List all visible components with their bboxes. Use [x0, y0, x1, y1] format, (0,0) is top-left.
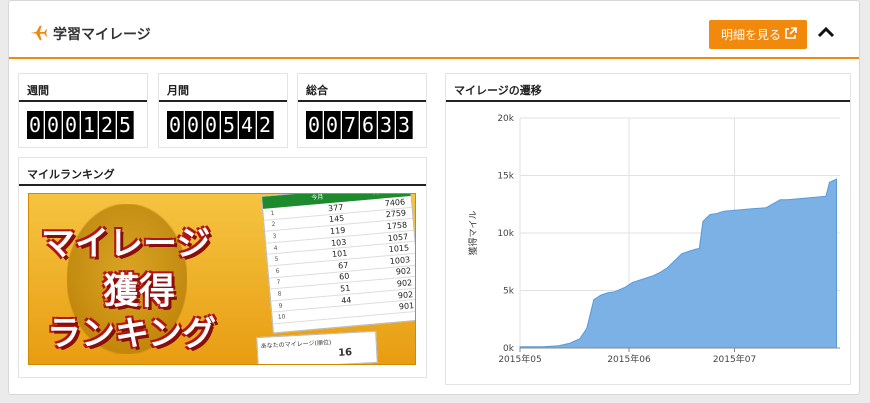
- counter-digit: 5: [117, 111, 134, 139]
- total-card: 総合 0 0 7 6 3 3: [297, 73, 427, 148]
- counter-digit: 6: [360, 111, 377, 139]
- rank-number: 6: [275, 267, 280, 275]
- rank-number: 8: [277, 290, 282, 298]
- external-link-icon: [785, 27, 797, 39]
- rank-number: 3: [272, 232, 277, 241]
- counter-digit: 3: [378, 111, 395, 139]
- counter-digit: 1: [81, 111, 98, 139]
- counter-digit: 0: [63, 111, 80, 139]
- rank-number: 9: [278, 302, 283, 310]
- rank-number: 2: [271, 221, 276, 229]
- counter-digit: 0: [45, 111, 62, 139]
- monthly-label: 月間: [159, 74, 287, 102]
- mileage-area-series: [519, 178, 837, 349]
- total-counter: 0 0 7 6 3 3: [306, 111, 413, 139]
- counter-digit: 4: [239, 111, 256, 139]
- rank-number: 7: [276, 279, 281, 287]
- rank-number: 10: [277, 313, 286, 322]
- my-mileage-box: あなたのマイレージ(順位) 16: [256, 330, 378, 364]
- x-tick-label: 2015年06: [607, 353, 651, 365]
- counter-digit: 0: [306, 111, 323, 139]
- monthly-card: 月間 0 0 0 5 4 2: [158, 73, 288, 148]
- y-tick-label: 10k: [497, 229, 514, 239]
- rank-number: 4: [273, 244, 278, 252]
- ranking-table-image: 今月 先月 1377740621452759311917584103105751…: [261, 194, 415, 334]
- weekly-card: 週間 0 0 0 1 2 5: [18, 73, 148, 148]
- rank-number: 5: [274, 255, 279, 264]
- chart-title: マイレージの遷移: [446, 74, 850, 102]
- counter-digit: 0: [167, 111, 184, 139]
- counter-digit: 2: [257, 111, 274, 139]
- banner-title-line3: ランキング: [47, 314, 216, 354]
- counter-digit: 5: [221, 111, 238, 139]
- y-tick-label: 20k: [497, 114, 514, 124]
- counter-digit: 7: [342, 111, 359, 139]
- weekly-counter: 0 0 0 1 2 5: [27, 111, 134, 139]
- counter-digit: 0: [27, 111, 44, 139]
- weekly-label: 週間: [19, 74, 147, 102]
- panel-header: 学習マイレージ 明細を見る: [9, 1, 859, 59]
- x-tick-label: 2015年05: [498, 353, 541, 365]
- counter-digit: 2: [99, 111, 116, 139]
- panel-title: 学習マイレージ: [53, 27, 151, 43]
- y-tick-label: 15k: [497, 172, 514, 182]
- chevron-up-icon[interactable]: [817, 25, 835, 39]
- counter-digit: 3: [396, 111, 413, 139]
- counter-digit: 0: [185, 111, 202, 139]
- total-label: 総合: [298, 74, 426, 102]
- banner-title-line1: マイレージ: [41, 224, 211, 264]
- airplane-icon: [30, 25, 47, 41]
- view-details-button[interactable]: 明細を見る: [709, 20, 807, 49]
- view-details-label: 明細を見る: [721, 28, 782, 42]
- monthly-counter: 0 0 0 5 4 2: [167, 111, 274, 139]
- chart-card: マイレージの遷移 0k 5k 10k 15k 20k 2015年05 2015年06 2015…: [445, 73, 851, 385]
- ranking-banner[interactable]: 今月 先月 1377740621452759311917584103105751…: [28, 193, 416, 365]
- counter-digit: 0: [203, 111, 220, 139]
- rank-number: 1: [270, 209, 275, 218]
- y-tick-label: 0k: [503, 344, 515, 354]
- counter-digit: 0: [324, 111, 341, 139]
- x-tick-label: 2015年07: [713, 353, 756, 365]
- my-mileage-value: 16: [337, 347, 353, 359]
- mileage-panel: 学習マイレージ 明細を見る 週間 0 0 0 1 2 5 月間 0 0 0 5 …: [8, 0, 860, 395]
- my-mileage-label: あなたのマイレージ(順位): [260, 339, 332, 350]
- y-axis-label: 獲得マイル: [467, 210, 479, 255]
- mileage-chart: 0k 5k 10k 15k 20k 2015年05 2015年06 2015年07 獲得マイル: [467, 114, 840, 365]
- this-month-value: [297, 311, 359, 316]
- y-tick-label: 5k: [503, 287, 515, 297]
- ranking-card: マイルランキング 今月 先月 1377740621452759311917584…: [18, 157, 427, 378]
- ranking-title: マイルランキング: [19, 158, 426, 186]
